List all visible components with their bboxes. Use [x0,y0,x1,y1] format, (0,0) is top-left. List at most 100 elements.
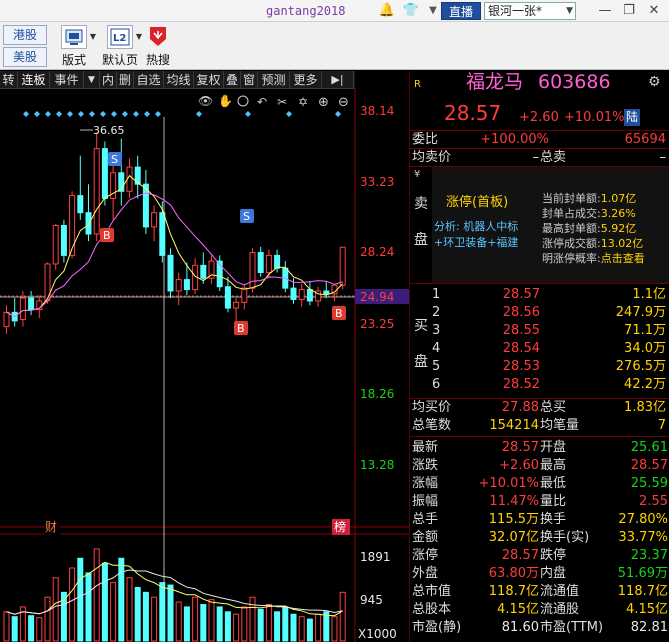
restore-icon[interactable]: ❐ [620,2,638,20]
yen-icon: ¥ [414,169,421,180]
stat-label: 最低 [540,476,567,491]
tab-watchlist[interactable]: 自选 [134,71,164,89]
tab-overlay[interactable]: 叠 [224,71,241,89]
event-diamond [56,111,62,117]
bell-icon[interactable]: 🔔 [378,2,396,20]
stat-value: 25.59 [630,476,668,491]
bid-row[interactable]: 1 28.57 1.1亿 [410,286,669,303]
tab-delete[interactable]: 删 [117,71,134,89]
bid-row[interactable]: 3 28.55 71.1万 [410,322,669,339]
shirt-icon[interactable]: 👕 [402,2,420,20]
volume-bar [159,582,166,642]
volume-bar [126,577,133,642]
default-page-label: 默认页 [101,53,138,67]
live-button[interactable]: 直播 [441,2,481,20]
stat-value: 28.57 [501,548,539,563]
price-tick: 18.26 [360,387,394,401]
stat-label: 涨跌 [412,458,439,473]
last-price: 28.57 [444,101,502,125]
candle-body [306,289,313,302]
candle-body [60,224,67,256]
stat-label: 市盈(静) [412,620,462,635]
account-select[interactable]: 银河一张* ▼ [484,2,576,20]
bid-row[interactable]: 2 28.56 247.9万 [410,304,669,321]
hk-stock-button[interactable]: 港股 [3,25,47,45]
price-tick: 13.28 [360,458,394,472]
stat-value: +10.01% [478,476,539,491]
collapse-panel-icon[interactable]: ▶| [322,71,354,89]
tab-ma[interactable]: 均线 [164,71,194,89]
volume-bar [183,606,190,642]
stock-logo: R [414,79,421,90]
sell-signal-text: S [111,153,118,166]
limit-stat-row[interactable]: 明涨停概率:点击查看 [542,251,645,266]
volume-bar [224,611,231,642]
event-diamond [89,111,95,117]
volume-bar [3,611,10,642]
hot-search-label: 热搜 [145,53,170,67]
bid-row[interactable]: 4 28.54 34.0万 [410,340,669,357]
volume-bar [52,577,59,642]
stat-label: 总手 [412,512,439,527]
avg-trade-value: 7 [657,418,666,433]
limit-up-analysis[interactable]: 分析: 机器人中标+环卫装备+福建 [434,219,536,251]
close-icon[interactable]: ✕ [645,2,663,20]
gear-icon[interactable]: ⚙ [648,74,661,91]
volume-bar [142,591,149,642]
candle-body [93,148,100,235]
volume-bar [77,557,84,642]
chart-tool-icons[interactable]: 👁 ✋ ↶ ✂ ✡ ⊕ ⊖ [198,94,349,110]
eye-icon: 👁 [198,94,213,108]
stat-label: 振幅 [412,494,439,509]
buy-signal-text: B [335,307,343,320]
candle-body [69,195,76,256]
tab-nei[interactable]: 内 [100,71,117,89]
tab-forecast[interactable]: 预测 [258,71,290,89]
tab-events[interactable]: 事件 [50,71,84,89]
tab-adjust[interactable]: 复权 [194,71,224,89]
us-stock-button[interactable]: 美股 [3,47,47,67]
ask-avg-label: 均卖价 [412,150,452,165]
stats-row: 总股本 4.15亿 流通股 4.15亿 [410,601,669,618]
bid-total-label: 总买 [540,400,567,415]
kline-chart-svg[interactable]: 👁 ✋ ↶ ✂ ✡ ⊕ ⊖ 38.14 33.23 28.24 23.25 18… [0,89,409,642]
limit-up-box[interactable]: 涨停(首板) 分析: 机器人中标+环卫装备+福建 当前封单额:1.07亿 封单占… [432,167,669,283]
event-diamond [67,111,73,117]
stat-value: 4.15亿 [497,602,539,617]
stats-row: 涨幅 +10.01% 最低 25.59 [410,475,669,492]
volume-bar [315,613,322,642]
stat-label: 市盈(TTM) [540,620,604,635]
stat-label: 流通值 [540,584,580,599]
hand-icon: ✋ [218,94,233,108]
tab-zhuan[interactable]: 转 [0,71,18,89]
tab-window[interactable]: 窗 [241,71,258,89]
tab-more[interactable]: 更多 [290,71,322,89]
kline-chart[interactable]: 👁 ✋ ↶ ✂ ✡ ⊕ ⊖ 38.14 33.23 28.24 23.25 18… [0,89,409,642]
finance-tag: 财 [45,520,57,534]
limit-stat-row: 封单占成交:3.26% [542,207,636,220]
hot-search-button[interactable]: 热搜 [136,24,180,68]
stat-label: 金额 [412,530,439,545]
events-dropdown-icon[interactable]: ▼ [84,71,100,89]
tab-lianban[interactable]: 连板 [18,71,50,89]
volume-bar [28,615,35,642]
volume-bar [118,557,125,642]
layout-button[interactable]: ▼ 版式 [52,24,96,68]
stat-label: 外盘 [412,566,439,581]
stat-label: 总市值 [412,584,452,599]
volume-bar [85,572,92,642]
sell-side-label: ¥ 卖 盘 [414,169,428,248]
minimize-icon[interactable]: — [596,2,614,20]
account-label: 银河一张* [488,4,543,18]
volume-bar [241,606,248,642]
current-price-tag-text: 24.94 [360,290,394,304]
stat-value: 82.81 [630,620,668,635]
chevron-down-icon[interactable]: ▼ [424,2,442,20]
bid-row[interactable]: 5 28.53 276.5万 [410,358,669,375]
candle-body [85,212,92,235]
trades-row: 总笔数 154214 均笔量 7 [410,417,669,434]
stat-value: 27.80% [618,512,668,527]
bid-row[interactable]: 6 28.52 42.2万 [410,376,669,393]
volume-bar [200,604,207,642]
volume-bar [339,591,346,642]
